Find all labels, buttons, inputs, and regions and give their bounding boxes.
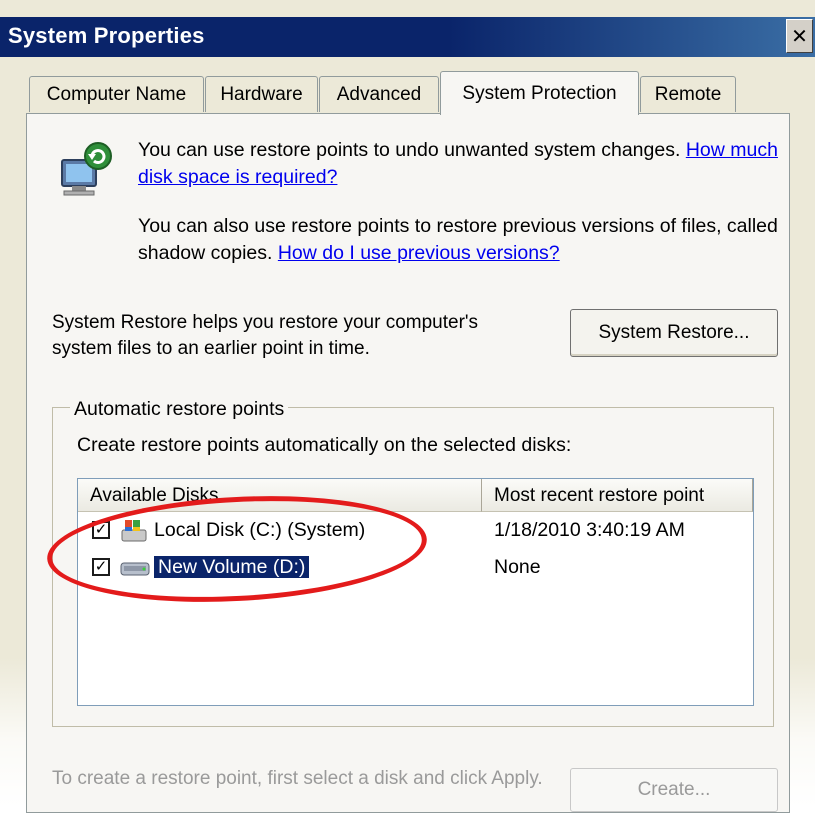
system-restore-button[interactable]: System Restore... (570, 309, 778, 357)
create-restore-hint: To create a restore point, first select … (52, 768, 543, 789)
create-button-label: Create... (637, 779, 711, 800)
system-restore-description: System Restore helps you restore your co… (52, 312, 479, 359)
intro-paragraph-1: You can use restore points to undo unwan… (138, 137, 798, 191)
intro-paragraph-2: You can also use restore points to resto… (138, 213, 798, 267)
restore-point-date: 1/18/2010 3:40:19 AM (494, 519, 685, 541)
restore-point-date: None (494, 556, 541, 578)
system-protection-content: You can use restore points to undo unwan… (0, 0, 815, 812)
system-properties-window: System Properties ✕ Computer Name Hardwa… (0, 0, 815, 813)
restore-instruction: Create restore points automatically on t… (77, 434, 572, 456)
system-restore-button-label: System Restore... (598, 322, 750, 343)
group-title: Automatic restore points (70, 397, 289, 421)
intro-text-1: You can use restore points to undo unwan… (138, 139, 681, 161)
column-header-most-recent[interactable]: Most recent restore point (482, 479, 753, 512)
system-restore-icon (61, 142, 112, 196)
create-button[interactable]: Create... (570, 768, 778, 812)
previous-versions-link[interactable]: How do I use previous versions? (278, 242, 560, 264)
